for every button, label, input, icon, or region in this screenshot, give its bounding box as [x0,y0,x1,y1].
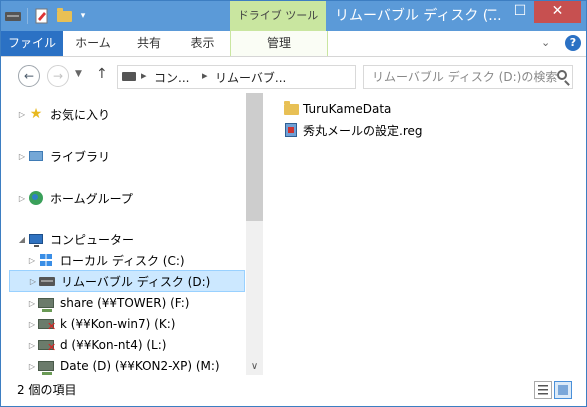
expand-arrow-icon[interactable]: ▷ [27,362,37,371]
maximize-button[interactable]: ☐ [507,1,533,23]
nav-item-share-f[interactable]: ▷ share (¥¥TOWER) (F:) [27,292,271,314]
drive-icon[interactable] [5,8,21,24]
expand-arrow-icon[interactable]: ▷ [17,110,27,119]
nav-item-label: ライブラリ [50,149,111,164]
file-list: TuruKameData 秀丸メールの設定.reg [263,93,586,375]
tab-share[interactable]: 共有 [123,31,175,56]
expand-arrow-icon[interactable]: ▷ [17,152,27,161]
properties-icon[interactable] [34,8,50,24]
item-count: 2 個の項目 [17,383,77,397]
navigation-pane: ▷ ★ お気に入り ▷ ライブラリ ▷ ホームグループ ◢ コンピューター ▷ … [1,93,263,375]
status-bar: 2 個の項目 [1,378,586,406]
search-box[interactable]: リムーバブル ディスク (D:)の検索 [363,65,573,89]
nav-item-label: お気に入り [50,107,111,122]
library-icon [27,148,45,164]
up-button[interactable]: ↑ [96,66,108,82]
registry-file-icon [283,122,299,138]
nav-item-local-disk-c[interactable]: ▷ ローカル ディスク (C:) [27,249,271,271]
search-icon[interactable] [557,70,567,80]
collapse-arrow-icon[interactable]: ◢ [17,235,27,244]
tab-file[interactable]: ファイル [1,31,63,56]
address-drive-icon [122,72,136,81]
minimize-button[interactable]: ─ [479,1,505,23]
expand-arrow-icon[interactable]: ▷ [27,299,37,308]
recent-locations-dropdown[interactable]: ▼ [75,69,82,79]
homegroup-icon [27,190,45,206]
nav-item-homegroup[interactable]: ▷ ホームグループ [17,187,261,209]
crumb-computer[interactable]: コン... [154,69,189,86]
expand-arrow-icon[interactable]: ▷ [17,194,27,203]
details-view-icon[interactable] [534,381,552,399]
large-icons-view-icon[interactable] [554,381,572,399]
navigation-bar: ← → ▼ ↑ ▸ コン... ▸ リムーバブ... ⌄ ⟳ リムーバブル ディ… [1,57,586,93]
window-title: リムーバブル ディスク (... [335,8,502,24]
nav-item-removable-disk-d[interactable]: ▷ リムーバブル ディスク (D:) [9,270,245,292]
tab-manage[interactable]: 管理 [230,31,328,56]
toolbar-separator [27,8,28,24]
ribbon-tabs: ファイル ホーム 共有 表示 管理 ⌄ ? [1,31,586,57]
folder-icon [283,100,299,117]
expand-arrow-icon[interactable]: ▷ [28,277,38,286]
back-button[interactable]: ← [18,65,40,87]
expand-arrow-icon[interactable]: ▷ [27,341,37,350]
nav-item-label: コンピューター [50,232,135,247]
removable-drive-icon [38,273,56,289]
drive-tools-context-label: ドライブ ツール [230,1,326,31]
star-icon: ★ [29,106,43,122]
nav-item-label: ホームグループ [50,191,133,206]
nav-item-favorites[interactable]: ▷ ★ お気に入り [17,103,261,125]
nav-item-libraries[interactable]: ▷ ライブラリ [17,145,261,167]
computer-icon [27,231,45,247]
crumb-removable-disk[interactable]: リムーバブ... [215,69,286,86]
tab-home[interactable]: ホーム [63,31,123,56]
windows-drive-icon [37,252,55,268]
crumb-separator[interactable]: ▸ [202,69,208,82]
close-button[interactable]: ✕ [534,1,581,23]
explorer-window: ▾ ドライブ ツール リムーバブル ディスク (... ─ ☐ ✕ ファイル ホ… [0,0,587,407]
expand-ribbon-icon[interactable]: ⌄ [541,36,550,49]
nav-item-label: share (¥¥TOWER) (F:) [60,296,190,310]
search-placeholder: リムーバブル ディスク (D:)の検索 [372,70,558,84]
nav-item-label: Date (D) (¥¥KON2-XP) (M:) [60,359,220,373]
scroll-down-button[interactable]: ∨ [246,359,263,375]
file-name: TuruKameData [303,102,392,116]
nav-item-computer[interactable]: ◢ コンピューター [17,228,261,250]
list-item[interactable]: 秀丸メールの設定.reg [283,120,423,140]
nav-item-l[interactable]: ▷ ✕ d (¥¥Kon-nt4) (L:) [27,334,271,356]
disconnected-network-drive-icon: ✕ [37,337,56,353]
nav-item-label: ローカル ディスク (C:) [60,253,185,268]
address-bar[interactable]: ▸ コン... ▸ リムーバブ... ⌄ ⟳ [117,65,464,89]
scrollbar-thumb[interactable] [246,93,263,221]
title-bar: ▾ ドライブ ツール リムーバブル ディスク (... ─ ☐ ✕ [1,1,586,31]
list-item[interactable]: TuruKameData [283,99,391,119]
nav-item-label: d (¥¥Kon-nt4) (L:) [60,338,167,352]
network-drive-icon [37,295,55,312]
quick-access-toolbar: ▾ [5,7,88,25]
help-icon[interactable]: ? [565,35,581,51]
disconnected-network-drive-icon: ✕ [37,316,56,332]
new-folder-icon[interactable] [56,7,72,24]
customize-toolbar-icon[interactable]: ▾ [78,8,88,24]
tab-view[interactable]: 表示 [175,31,230,56]
file-name: 秀丸メールの設定.reg [303,123,423,138]
forward-button[interactable]: → [47,65,69,87]
nav-pane-scrollbar[interactable]: ∨ [246,93,263,375]
nav-item-label: リムーバブル ディスク (D:) [61,274,211,289]
expand-arrow-icon[interactable]: ▷ [27,320,37,329]
nav-item-label: k (¥¥Kon-win7) (K:) [60,317,176,331]
expand-arrow-icon[interactable]: ▷ [27,256,37,265]
nav-item-k[interactable]: ▷ ✕ k (¥¥Kon-win7) (K:) [27,313,271,335]
network-drive-icon [37,358,55,375]
nav-item-m[interactable]: ▷ Date (D) (¥¥KON2-XP) (M:) [27,355,271,377]
crumb-separator[interactable]: ▸ [141,69,147,82]
